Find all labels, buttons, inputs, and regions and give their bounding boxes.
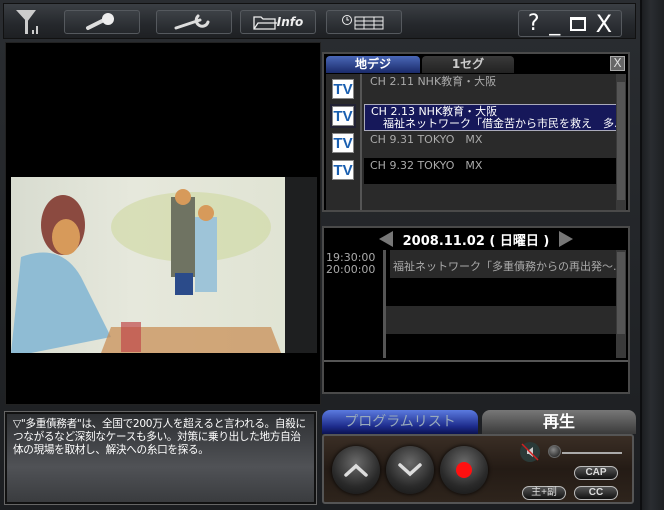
channel-name: CH 9.32 TOKYO MX xyxy=(370,159,483,172)
chevron-down-icon xyxy=(398,463,422,477)
epg-time-column: 19:30:00 20:00:00 xyxy=(324,250,386,358)
channel-up-button[interactable] xyxy=(332,446,380,494)
help-button[interactable]: ? xyxy=(528,11,540,36)
mute-button[interactable] xyxy=(520,442,540,462)
prev-day-arrow-icon[interactable] xyxy=(378,231,393,247)
scroll-thumb[interactable] xyxy=(617,252,625,334)
control-panel: CAP 主+副 CC xyxy=(322,434,634,504)
video-image xyxy=(11,189,281,353)
epg-grid: 19:30:00 20:00:00 福祉ネットワーク「多重債務からの再出発～.. xyxy=(324,250,620,358)
channel-row[interactable]: CH 9.32 TOKYO MX xyxy=(364,158,618,184)
folder-icon xyxy=(253,16,277,30)
end-time: 20:00:00 xyxy=(326,263,376,276)
close-panel-button[interactable]: X xyxy=(610,56,625,71)
info-button[interactable]: Info xyxy=(240,10,316,34)
window-edge xyxy=(640,0,664,510)
epg-scrollbar[interactable] xyxy=(616,250,626,358)
epg-button[interactable] xyxy=(326,10,402,34)
tab-terrestrial[interactable]: 地デジ xyxy=(326,56,420,73)
record-icon xyxy=(456,462,472,478)
channel-down-button[interactable] xyxy=(386,446,434,494)
settings-button[interactable] xyxy=(156,10,232,34)
tab-play[interactable]: 再生 xyxy=(482,410,636,434)
epg-date: 2008.11.02 ( 日曜日 ) xyxy=(402,233,550,249)
volume-slider-track[interactable] xyxy=(562,452,622,454)
volume-slider-knob[interactable] xyxy=(548,445,561,458)
epg-footer xyxy=(324,360,628,392)
tv-icon: TV xyxy=(332,160,354,180)
minimize-button[interactable]: _ xyxy=(549,11,560,36)
program-description: ▽"多重債務者"は、全国で200万人を超えると言われる。自殺につながるなど深刻な… xyxy=(4,411,317,505)
channel-name: CH 2.11 NHK教育・大阪 xyxy=(370,75,497,88)
channel-name: CH 9.31 TOKYO MX xyxy=(370,133,483,146)
scroll-thumb[interactable] xyxy=(617,82,625,200)
clock-grid-icon xyxy=(342,15,384,30)
channel-row-selected[interactable]: CH 2.13 NHK教育・大阪 福祉ネットワーク「借金苦から市民を救え 多.. xyxy=(364,104,618,131)
epg-date-bar: 2008.11.02 ( 日曜日 ) xyxy=(324,228,628,250)
audio-mode-button[interactable]: 主+副 xyxy=(522,486,566,500)
cap-button[interactable]: CAP xyxy=(574,466,618,480)
tv-icon: TV xyxy=(332,133,354,153)
search-button[interactable] xyxy=(64,10,140,34)
magnifier-icon xyxy=(86,13,114,30)
window-controls: ? _ X xyxy=(518,10,622,38)
channel-icon-column: TV TV TV TV xyxy=(326,74,362,210)
info-label: Info xyxy=(276,15,304,29)
wrench-icon xyxy=(174,14,210,30)
tv-app-window: Info ? _ X 地デジ 1セグ X TV TV TV TV CH 2.11… xyxy=(0,0,664,510)
next-day-arrow-icon[interactable] xyxy=(559,231,574,247)
signal-antenna-icon[interactable] xyxy=(14,8,44,36)
tv-icon: TV xyxy=(332,79,354,99)
tab-oneseg[interactable]: 1セグ xyxy=(422,56,514,73)
maximize-button[interactable] xyxy=(569,16,586,31)
record-button[interactable] xyxy=(440,446,488,494)
channel-row[interactable]: CH 2.11 NHK教育・大阪 xyxy=(364,74,618,100)
toolbar: Info ? _ X xyxy=(3,3,636,39)
channel-program: 福祉ネットワーク「借金苦から市民を救え 多.. xyxy=(383,117,618,130)
channel-panel: 地デジ 1セグ X TV TV TV TV CH 2.11 NHK教育・大阪 C… xyxy=(322,52,630,212)
channel-row[interactable]: CH 9.31 TOKYO MX xyxy=(364,132,618,158)
control-tabs: プログラムリスト 再生 xyxy=(322,410,636,434)
description-text: ▽"多重債務者"は、全国で200万人を超えると言われる。自殺につながるなど深刻な… xyxy=(13,418,306,456)
video-frame xyxy=(11,177,317,353)
close-button[interactable]: X xyxy=(596,10,612,38)
tab-program-list[interactable]: プログラムリスト xyxy=(322,410,478,434)
cc-button[interactable]: CC xyxy=(574,486,618,500)
epg-panel: 2008.11.02 ( 日曜日 ) 19:30:00 20:00:00 福祉ネ… xyxy=(322,226,630,394)
channel-list: TV TV TV TV CH 2.11 NHK教育・大阪 CH 2.13 NHK… xyxy=(326,74,618,210)
channel-row-empty xyxy=(364,184,618,210)
chevron-up-icon xyxy=(344,463,368,477)
video-area[interactable] xyxy=(5,42,321,405)
channel-scrollbar[interactable] xyxy=(616,74,626,210)
epg-program[interactable]: 福祉ネットワーク「多重債務からの再出発～.. xyxy=(390,250,620,278)
speaker-muted-icon xyxy=(521,443,539,461)
tv-icon: TV xyxy=(330,104,356,128)
